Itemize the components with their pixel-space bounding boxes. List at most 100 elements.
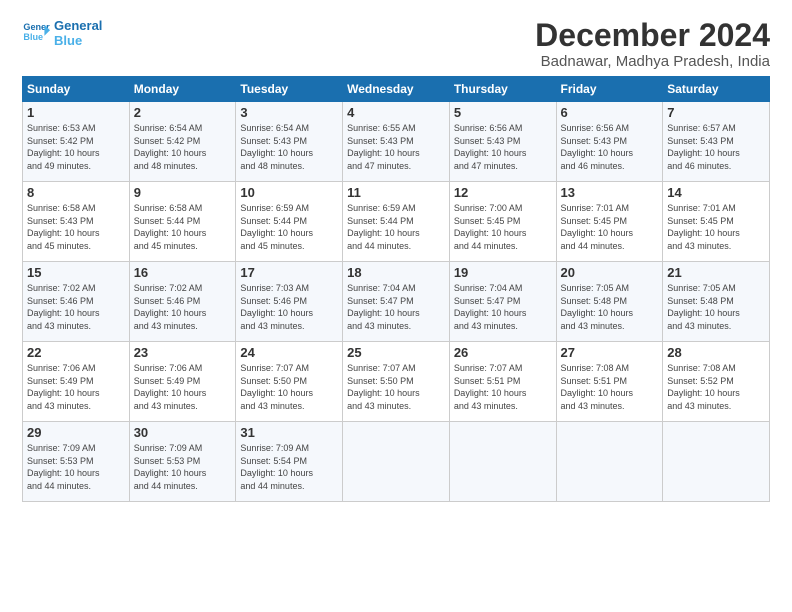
day-number: 7 xyxy=(667,105,765,120)
column-header-saturday: Saturday xyxy=(663,77,770,102)
day-info: Sunrise: 6:58 AMSunset: 5:43 PMDaylight:… xyxy=(27,203,100,251)
day-number: 16 xyxy=(134,265,232,280)
calendar-cell: 12 Sunrise: 7:00 AMSunset: 5:45 PMDaylig… xyxy=(449,182,556,262)
day-info: Sunrise: 7:01 AMSunset: 5:45 PMDaylight:… xyxy=(667,203,740,251)
header: General Blue General Blue December 2024 … xyxy=(22,18,770,70)
calendar-cell: 13 Sunrise: 7:01 AMSunset: 5:45 PMDaylig… xyxy=(556,182,663,262)
title-block: December 2024 Badnawar, Madhya Pradesh, … xyxy=(535,18,770,70)
day-info: Sunrise: 6:56 AMSunset: 5:43 PMDaylight:… xyxy=(561,123,634,171)
column-header-thursday: Thursday xyxy=(449,77,556,102)
day-info: Sunrise: 6:55 AMSunset: 5:43 PMDaylight:… xyxy=(347,123,420,171)
calendar-week-row: 22 Sunrise: 7:06 AMSunset: 5:49 PMDaylig… xyxy=(23,342,770,422)
day-info: Sunrise: 7:04 AMSunset: 5:47 PMDaylight:… xyxy=(347,283,420,331)
calendar-cell: 26 Sunrise: 7:07 AMSunset: 5:51 PMDaylig… xyxy=(449,342,556,422)
calendar-cell: 18 Sunrise: 7:04 AMSunset: 5:47 PMDaylig… xyxy=(343,262,450,342)
calendar-cell: 4 Sunrise: 6:55 AMSunset: 5:43 PMDayligh… xyxy=(343,102,450,182)
logo-text: General Blue xyxy=(54,18,102,48)
calendar-cell: 3 Sunrise: 6:54 AMSunset: 5:43 PMDayligh… xyxy=(236,102,343,182)
calendar-cell: 27 Sunrise: 7:08 AMSunset: 5:51 PMDaylig… xyxy=(556,342,663,422)
calendar-cell xyxy=(343,422,450,502)
day-info: Sunrise: 7:08 AMSunset: 5:51 PMDaylight:… xyxy=(561,363,634,411)
day-info: Sunrise: 7:07 AMSunset: 5:50 PMDaylight:… xyxy=(347,363,420,411)
day-info: Sunrise: 7:09 AMSunset: 5:53 PMDaylight:… xyxy=(27,443,100,491)
day-number: 17 xyxy=(240,265,338,280)
calendar-cell: 17 Sunrise: 7:03 AMSunset: 5:46 PMDaylig… xyxy=(236,262,343,342)
day-info: Sunrise: 7:02 AMSunset: 5:46 PMDaylight:… xyxy=(134,283,207,331)
day-number: 6 xyxy=(561,105,659,120)
day-info: Sunrise: 7:03 AMSunset: 5:46 PMDaylight:… xyxy=(240,283,313,331)
day-info: Sunrise: 7:00 AMSunset: 5:45 PMDaylight:… xyxy=(454,203,527,251)
calendar-cell: 29 Sunrise: 7:09 AMSunset: 5:53 PMDaylig… xyxy=(23,422,130,502)
calendar-cell: 2 Sunrise: 6:54 AMSunset: 5:42 PMDayligh… xyxy=(129,102,236,182)
column-header-friday: Friday xyxy=(556,77,663,102)
calendar-header-row: SundayMondayTuesdayWednesdayThursdayFrid… xyxy=(23,77,770,102)
day-number: 28 xyxy=(667,345,765,360)
day-number: 15 xyxy=(27,265,125,280)
calendar-page: General Blue General Blue December 2024 … xyxy=(0,0,792,612)
day-number: 18 xyxy=(347,265,445,280)
day-number: 31 xyxy=(240,425,338,440)
day-number: 21 xyxy=(667,265,765,280)
calendar-week-row: 8 Sunrise: 6:58 AMSunset: 5:43 PMDayligh… xyxy=(23,182,770,262)
calendar-body: 1 Sunrise: 6:53 AMSunset: 5:42 PMDayligh… xyxy=(23,102,770,502)
calendar-cell xyxy=(556,422,663,502)
calendar-cell: 28 Sunrise: 7:08 AMSunset: 5:52 PMDaylig… xyxy=(663,342,770,422)
logo-icon: General Blue xyxy=(22,19,50,47)
day-info: Sunrise: 7:04 AMSunset: 5:47 PMDaylight:… xyxy=(454,283,527,331)
day-info: Sunrise: 7:06 AMSunset: 5:49 PMDaylight:… xyxy=(27,363,100,411)
day-info: Sunrise: 7:05 AMSunset: 5:48 PMDaylight:… xyxy=(667,283,740,331)
day-info: Sunrise: 7:01 AMSunset: 5:45 PMDaylight:… xyxy=(561,203,634,251)
calendar-cell: 31 Sunrise: 7:09 AMSunset: 5:54 PMDaylig… xyxy=(236,422,343,502)
day-info: Sunrise: 7:06 AMSunset: 5:49 PMDaylight:… xyxy=(134,363,207,411)
day-number: 25 xyxy=(347,345,445,360)
day-number: 24 xyxy=(240,345,338,360)
location: Badnawar, Madhya Pradesh, India xyxy=(535,53,770,70)
day-number: 30 xyxy=(134,425,232,440)
day-number: 3 xyxy=(240,105,338,120)
day-info: Sunrise: 7:09 AMSunset: 5:54 PMDaylight:… xyxy=(240,443,313,491)
day-number: 27 xyxy=(561,345,659,360)
calendar-cell: 5 Sunrise: 6:56 AMSunset: 5:43 PMDayligh… xyxy=(449,102,556,182)
day-info: Sunrise: 6:59 AMSunset: 5:44 PMDaylight:… xyxy=(347,203,420,251)
calendar-cell: 22 Sunrise: 7:06 AMSunset: 5:49 PMDaylig… xyxy=(23,342,130,422)
calendar-cell: 19 Sunrise: 7:04 AMSunset: 5:47 PMDaylig… xyxy=(449,262,556,342)
calendar-cell: 30 Sunrise: 7:09 AMSunset: 5:53 PMDaylig… xyxy=(129,422,236,502)
calendar-week-row: 15 Sunrise: 7:02 AMSunset: 5:46 PMDaylig… xyxy=(23,262,770,342)
calendar-cell xyxy=(449,422,556,502)
day-number: 1 xyxy=(27,105,125,120)
logo: General Blue General Blue xyxy=(22,18,102,48)
day-info: Sunrise: 6:59 AMSunset: 5:44 PMDaylight:… xyxy=(240,203,313,251)
calendar-cell xyxy=(663,422,770,502)
calendar-cell: 24 Sunrise: 7:07 AMSunset: 5:50 PMDaylig… xyxy=(236,342,343,422)
day-number: 5 xyxy=(454,105,552,120)
day-info: Sunrise: 6:53 AMSunset: 5:42 PMDaylight:… xyxy=(27,123,100,171)
day-info: Sunrise: 7:07 AMSunset: 5:50 PMDaylight:… xyxy=(240,363,313,411)
day-number: 13 xyxy=(561,185,659,200)
day-info: Sunrise: 7:05 AMSunset: 5:48 PMDaylight:… xyxy=(561,283,634,331)
day-number: 9 xyxy=(134,185,232,200)
day-number: 14 xyxy=(667,185,765,200)
calendar-cell: 20 Sunrise: 7:05 AMSunset: 5:48 PMDaylig… xyxy=(556,262,663,342)
day-info: Sunrise: 7:09 AMSunset: 5:53 PMDaylight:… xyxy=(134,443,207,491)
day-number: 8 xyxy=(27,185,125,200)
svg-text:Blue: Blue xyxy=(23,32,43,42)
calendar-cell: 16 Sunrise: 7:02 AMSunset: 5:46 PMDaylig… xyxy=(129,262,236,342)
column-header-monday: Monday xyxy=(129,77,236,102)
day-info: Sunrise: 7:02 AMSunset: 5:46 PMDaylight:… xyxy=(27,283,100,331)
calendar-cell: 15 Sunrise: 7:02 AMSunset: 5:46 PMDaylig… xyxy=(23,262,130,342)
calendar-cell: 21 Sunrise: 7:05 AMSunset: 5:48 PMDaylig… xyxy=(663,262,770,342)
calendar-week-row: 1 Sunrise: 6:53 AMSunset: 5:42 PMDayligh… xyxy=(23,102,770,182)
calendar-cell: 11 Sunrise: 6:59 AMSunset: 5:44 PMDaylig… xyxy=(343,182,450,262)
day-number: 20 xyxy=(561,265,659,280)
day-number: 29 xyxy=(27,425,125,440)
day-number: 10 xyxy=(240,185,338,200)
calendar-cell: 23 Sunrise: 7:06 AMSunset: 5:49 PMDaylig… xyxy=(129,342,236,422)
calendar-cell: 14 Sunrise: 7:01 AMSunset: 5:45 PMDaylig… xyxy=(663,182,770,262)
calendar-cell: 6 Sunrise: 6:56 AMSunset: 5:43 PMDayligh… xyxy=(556,102,663,182)
day-number: 11 xyxy=(347,185,445,200)
day-info: Sunrise: 6:54 AMSunset: 5:42 PMDaylight:… xyxy=(134,123,207,171)
calendar-cell: 10 Sunrise: 6:59 AMSunset: 5:44 PMDaylig… xyxy=(236,182,343,262)
day-info: Sunrise: 6:54 AMSunset: 5:43 PMDaylight:… xyxy=(240,123,313,171)
month-title: December 2024 xyxy=(535,18,770,53)
calendar-cell: 25 Sunrise: 7:07 AMSunset: 5:50 PMDaylig… xyxy=(343,342,450,422)
